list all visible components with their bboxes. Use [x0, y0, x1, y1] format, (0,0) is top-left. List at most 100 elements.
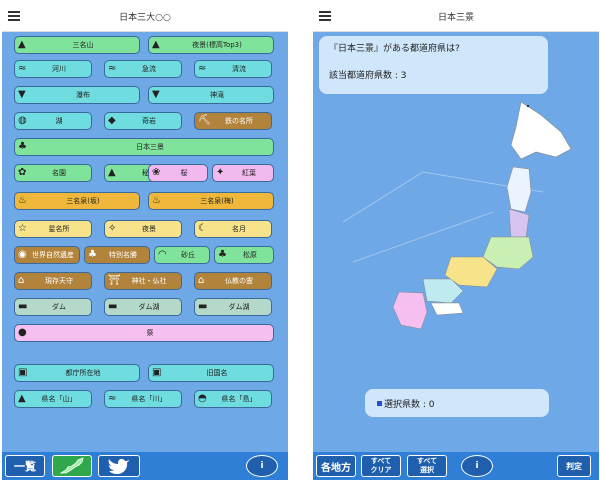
left-title: 日本三大○○ — [119, 13, 171, 23]
pine-icon: ♣ — [88, 249, 97, 260]
judge-label: 判定 — [566, 461, 582, 471]
category-button[interactable]: ● 祭 — [14, 324, 274, 342]
river-icon: ≈ — [18, 63, 27, 74]
twitter-button[interactable] — [98, 455, 140, 477]
selected-square-icon — [377, 400, 382, 406]
globe-icon: ◉ — [18, 249, 27, 260]
category-button[interactable]: ◍ 湖 — [14, 112, 92, 130]
category-button[interactable]: ☾ 名月 — [194, 220, 272, 238]
category-label: 県名「島」 — [221, 395, 257, 403]
category-label: 祭 — [146, 329, 154, 337]
category-button[interactable]: ▲ 三名山 — [14, 36, 140, 54]
category-button[interactable]: ♨ 三名泉(梅) — [148, 192, 274, 210]
category-button[interactable]: ♣ 松原 — [214, 246, 274, 264]
list-button[interactable]: 一覧 — [5, 455, 45, 477]
category-button[interactable]: ▼ 瀑布 — [14, 86, 140, 104]
category-label: 三名泉(坂) — [66, 197, 100, 205]
japan-map[interactable] — [371, 97, 576, 332]
select-all-bottom: 選択 — [420, 466, 434, 474]
regions-button[interactable]: 各地方 — [316, 455, 356, 477]
building-icon: ▣ — [152, 367, 162, 378]
category-button[interactable]: ✧ 夜景 — [104, 220, 182, 238]
category-label: 特別名勝 — [109, 251, 137, 259]
category-label: 名園 — [52, 169, 66, 177]
category-button[interactable]: ☆ 星名所 — [14, 220, 92, 238]
category-label: 紅葉 — [242, 169, 256, 177]
category-label: 清流 — [232, 65, 246, 73]
star-icon: ☆ — [18, 223, 27, 234]
category-label: 三名泉(梅) — [200, 197, 234, 205]
category-button[interactable]: ⌂ 仏教の霊 — [194, 272, 272, 290]
category-button[interactable]: ▣ 都庁所在地 — [14, 364, 140, 382]
category-button[interactable]: ♣ 日本三景 — [14, 138, 274, 156]
match-count-text: 該当都道府県数 : 3 — [329, 71, 407, 81]
left-footer: 一覧 i — [2, 452, 288, 480]
mine-icon: ⛏ — [198, 115, 211, 126]
valley-icon: ▲ — [108, 167, 116, 178]
left-screen: 日本三大○○ ▲ 三名山 ▲ 夜景(標高Top3) ≈ 河川 ≈ 急流 ≈ 清流 ▼ 瀑布 ▼ 神滝 ◍ 湖 ◆… — [2, 2, 288, 480]
category-label: 湖 — [55, 117, 63, 125]
category-label: 県名「山」 — [41, 395, 77, 403]
torii-icon: ⛩ — [108, 275, 121, 286]
select-all-button[interactable]: すべて 選択 — [407, 455, 447, 477]
category-button[interactable]: ✿ 名園 — [14, 164, 92, 182]
category-button[interactable]: ◠ 砂丘 — [154, 246, 210, 264]
category-label: 現存天守 — [45, 277, 73, 285]
category-button[interactable]: ❀ 桜 — [148, 164, 208, 182]
japan-map-button[interactable] — [52, 455, 92, 477]
category-button[interactable]: ▬ ダム湖 — [104, 298, 182, 316]
onsen-icon: ♨ — [18, 195, 27, 206]
rock-icon: ◆ — [108, 115, 116, 126]
category-button[interactable]: ⛏ 鉄の名所 — [194, 112, 272, 130]
category-button[interactable]: ◓ 県名「島」 — [194, 390, 272, 408]
info-button[interactable]: i — [461, 455, 493, 477]
category-label: ダム — [52, 303, 66, 311]
category-label: 星名所 — [48, 225, 70, 233]
category-label: 松原 — [243, 251, 257, 259]
clear-all-bottom: クリア — [370, 466, 392, 474]
category-button[interactable]: ♨ 三名泉(坂) — [14, 192, 140, 210]
right-app-bar: 日本三景 — [313, 2, 599, 32]
category-button[interactable]: ▼ 神滝 — [148, 86, 274, 104]
category-label: 夜景(標高Top3) — [192, 41, 242, 49]
island-icon: ◓ — [198, 393, 207, 404]
category-button[interactable]: ≈ 県名「川」 — [104, 390, 182, 408]
category-button[interactable]: ▣ 旧国名 — [148, 364, 274, 382]
category-button[interactable]: ▲ 県名「山」 — [14, 390, 92, 408]
nightview-icon: ✧ — [108, 223, 117, 234]
river-icon: ≈ — [198, 63, 207, 74]
select-all-top: すべて — [416, 457, 438, 465]
category-button[interactable]: ≈ 河川 — [14, 60, 92, 78]
category-label: 名月 — [232, 225, 246, 233]
category-button[interactable]: ⛩ 神社・仏社 — [104, 272, 182, 290]
category-button[interactable]: ✦ 紅葉 — [212, 164, 274, 182]
right-title: 日本三景 — [437, 13, 474, 23]
category-button[interactable]: ▲ 夜景(標高Top3) — [148, 36, 274, 54]
judge-button[interactable]: 判定 — [557, 455, 591, 477]
clear-all-top: すべて — [370, 457, 392, 465]
dam-icon: ▬ — [18, 301, 28, 312]
category-button[interactable]: ≈ 急流 — [104, 60, 182, 78]
category-label: ダム湖 — [138, 303, 160, 311]
twitter-icon — [108, 458, 129, 474]
category-button[interactable]: ▬ ダム — [14, 298, 92, 316]
category-label: 神社・仏社 — [131, 277, 167, 285]
info-button[interactable]: i — [246, 455, 278, 477]
category-button[interactable]: ≈ 清流 — [194, 60, 272, 78]
sakura-icon: ❀ — [152, 167, 161, 178]
clear-all-button[interactable]: すべて クリア — [361, 455, 401, 477]
category-label: 日本三景 — [136, 143, 164, 151]
category-label: 急流 — [142, 65, 156, 73]
category-button[interactable]: ▬ ダム湖 — [194, 298, 272, 316]
category-button[interactable]: ♣ 特別名勝 — [84, 246, 150, 264]
festival-icon: ● — [18, 327, 27, 338]
category-button[interactable]: ⌂ 現存天守 — [14, 272, 92, 290]
question-text: 『日本三景』がある都道府県は? — [329, 44, 460, 54]
category-label: 仏教の霊 — [225, 277, 253, 285]
mountain-icon: ▲ — [152, 39, 160, 50]
onsen-icon: ♨ — [152, 195, 161, 206]
category-button[interactable]: ◆ 奇岩 — [104, 112, 182, 130]
category-button[interactable]: ◉ 世界自然遺産 — [14, 246, 80, 264]
garden-icon: ✿ — [18, 167, 27, 178]
map-dot — [527, 105, 529, 107]
